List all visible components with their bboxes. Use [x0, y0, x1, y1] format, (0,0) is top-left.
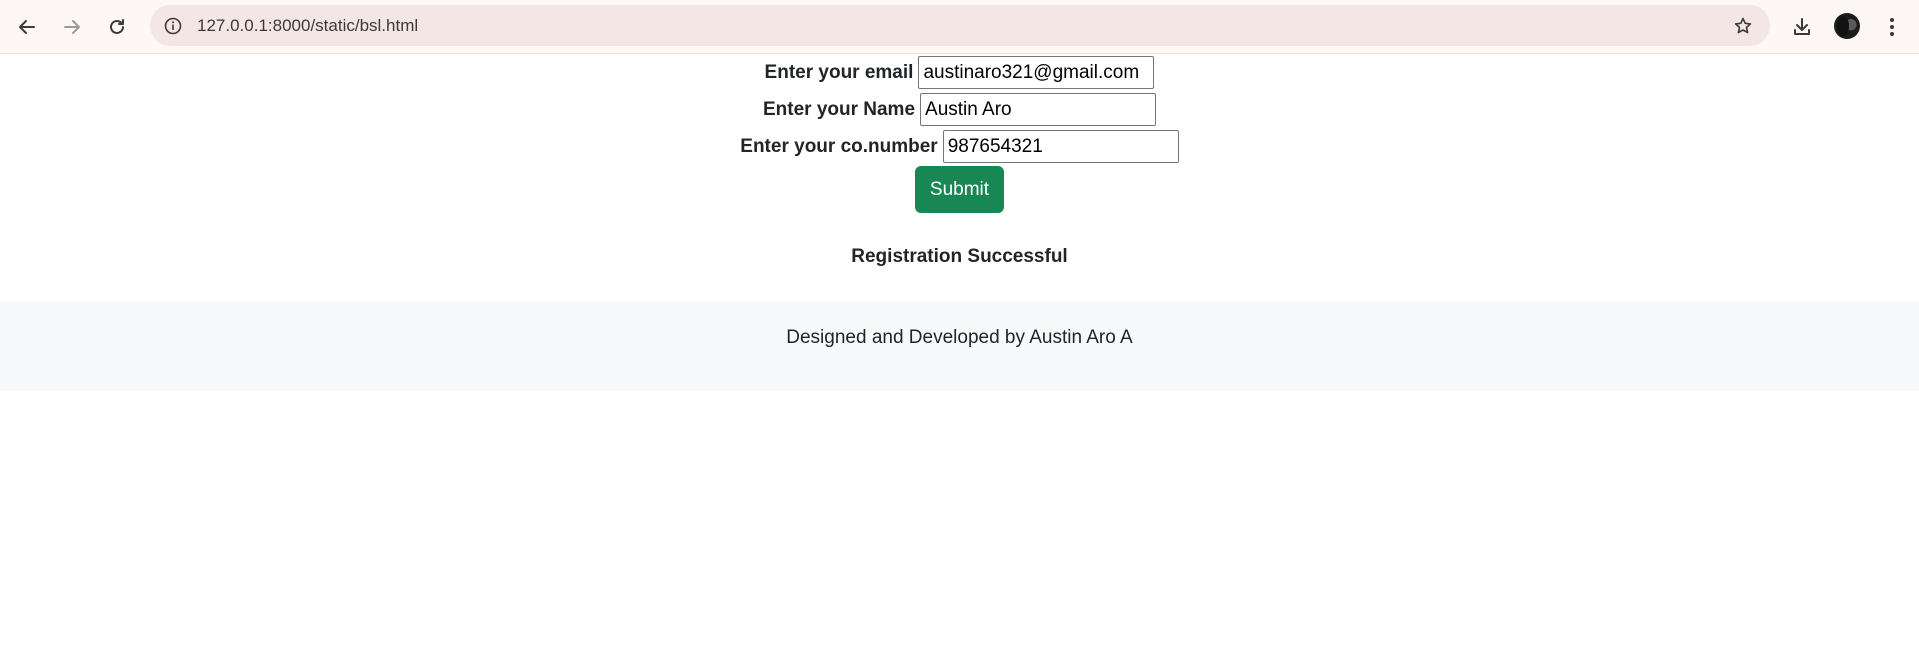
footer-text: Designed and Developed by Austin Aro A — [786, 327, 1133, 348]
url-text[interactable]: 127.0.0.1:8000/static/bsl.html — [197, 5, 418, 46]
status-message: Registration Successful — [851, 246, 1068, 267]
email-field[interactable] — [918, 56, 1155, 89]
footer: Designed and Developed by Austin Aro A — [0, 301, 1919, 391]
arrow-right-icon — [64, 20, 80, 34]
back-button[interactable] — [9, 9, 45, 45]
downloads-button[interactable] — [1784, 9, 1820, 45]
submit-button[interactable]: Submit — [914, 166, 1005, 213]
name-field[interactable] — [920, 93, 1157, 126]
name-row: Enter your Name — [0, 91, 1919, 128]
registration-form: Enter your email Enter your Name Enter y… — [0, 54, 1919, 213]
address-bar[interactable]: 127.0.0.1:8000/static/bsl.html — [150, 5, 1770, 46]
menu-button[interactable] — [1874, 9, 1910, 45]
star-icon[interactable] — [1730, 13, 1756, 39]
reload-button[interactable] — [99, 9, 135, 45]
avatar[interactable] — [1834, 13, 1860, 39]
forward-button[interactable] — [54, 9, 90, 45]
name-label: Enter your Name — [762, 98, 916, 120]
reload-icon — [110, 19, 124, 34]
email-label: Enter your email — [764, 61, 914, 83]
kebab-menu-icon — [1890, 18, 1894, 36]
number-label: Enter your co.number — [740, 135, 938, 157]
browser-toolbar: 127.0.0.1:8000/static/bsl.html — [0, 0, 1919, 54]
download-icon — [1794, 18, 1810, 35]
email-row: Enter your email — [0, 54, 1919, 91]
number-field[interactable] — [942, 130, 1179, 163]
submit-row: Submit — [0, 166, 1919, 213]
info-icon[interactable] — [160, 13, 186, 39]
arrow-left-icon — [19, 20, 35, 34]
number-row: Enter your co.number — [0, 128, 1919, 165]
